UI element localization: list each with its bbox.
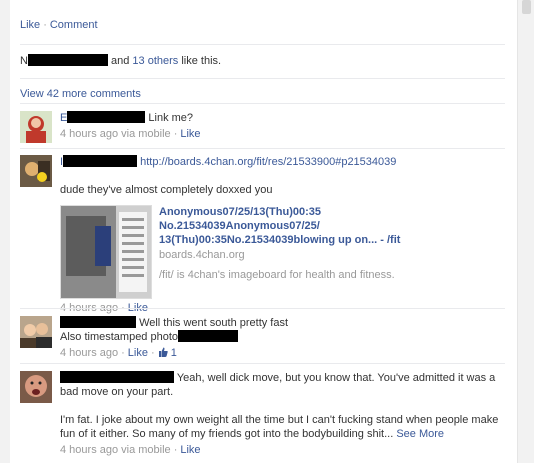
comment-text-2: Also timestamped photo (60, 331, 179, 343)
attachment-domain: boards.4chan.org (159, 249, 245, 261)
comment-text: dude they've almost completely doxxed yo… (60, 184, 273, 196)
comment-timestamp[interactable]: 4 hours ago via mobile (60, 128, 171, 140)
divider (20, 103, 505, 104)
separator: · (121, 347, 125, 359)
scrollbar-thumb[interactable] (522, 0, 531, 14)
comment-meta: 4 hours ago via mobile · Like (60, 443, 505, 457)
like-count[interactable]: 1 (158, 347, 177, 359)
avatar[interactable] (20, 111, 52, 143)
likes-tail-text: like this. (178, 55, 222, 67)
comment-text: Link me? (148, 112, 194, 124)
redacted-name (60, 316, 136, 328)
comment-meta: 4 hours ago via mobile · Like (60, 127, 505, 141)
avatar-image (20, 155, 52, 187)
attachment-title[interactable]: Anonymous07/25/13(Thu)00:35 No.21534039A… (159, 205, 439, 247)
attachment-description: /fit/ is 4chan's imageboard for health a… (159, 269, 395, 281)
divider (20, 78, 505, 79)
comment-like-link[interactable]: Like (180, 444, 200, 456)
separator: · (150, 347, 155, 359)
comment-meta: 4 hours ago · Like · 1 (60, 346, 505, 360)
comment-like-link[interactable]: Like (180, 128, 200, 140)
redacted-name (60, 371, 174, 383)
author-name-initial[interactable]: E (60, 112, 67, 124)
attachment-image (61, 206, 151, 298)
like-count-value: 1 (170, 347, 177, 359)
avatar[interactable] (20, 316, 52, 348)
avatar-image (20, 316, 52, 348)
redacted-name (67, 111, 146, 123)
divider (20, 308, 505, 309)
comment-timestamp[interactable]: 4 hours ago (60, 347, 118, 359)
likes-and-text: and (107, 55, 133, 67)
comments-panel: Like · Comment N and 13 others like this. … (10, 0, 518, 463)
comment-like-link[interactable]: Like (128, 347, 148, 359)
scrollbar[interactable] (517, 0, 534, 463)
like-post-link[interactable]: Like (20, 19, 40, 31)
attachment-thumbnail[interactable] (60, 205, 152, 299)
others-like-link[interactable]: 13 others (132, 55, 178, 67)
comment-text-line: I http://boards.4chan.org/fit/res/215339… (60, 155, 505, 169)
separator: · (173, 128, 178, 140)
likes-summary: N and 13 others like this. (20, 54, 221, 67)
divider (20, 44, 505, 45)
redacted-text (178, 330, 239, 342)
thumbs-up-icon (158, 347, 168, 357)
divider (20, 363, 505, 364)
redacted-name (27, 54, 108, 66)
divider (20, 148, 505, 149)
comment-link[interactable]: Comment (50, 19, 98, 31)
comment-text-line-2: I'm fat. I joke about my own weight all … (60, 413, 505, 441)
comment-text-line: E Link me? (60, 111, 505, 125)
comment-text-line: Well this went south pretty fast (60, 316, 505, 330)
redacted-liker-initial: N (20, 55, 28, 67)
avatar-image (20, 111, 52, 143)
see-more-link[interactable]: See More (396, 428, 444, 440)
comment-text: Well this went south pretty fast (139, 317, 289, 329)
comment-timestamp[interactable]: 4 hours ago via mobile (60, 444, 171, 456)
comment-text-line-2: Also timestamped photo (60, 330, 505, 344)
post-actions: Like · Comment (20, 19, 98, 31)
avatar[interactable] (20, 371, 52, 403)
avatar-image (20, 371, 52, 403)
comment-url-link[interactable]: http://boards.4chan.org/fit/res/21533900… (140, 156, 396, 168)
link-attachment[interactable]: Anonymous07/25/13(Thu)00:35 No.21534039A… (60, 205, 505, 301)
view-more-comments-link[interactable]: View 42 more comments (20, 88, 141, 100)
comment-text-line: Yeah, well dick move, but you know that.… (60, 371, 505, 399)
separator: · (43, 19, 47, 31)
attachment-text: Anonymous07/25/13(Thu)00:35 No.21534039A… (159, 205, 439, 282)
separator: · (173, 444, 178, 456)
redacted-name (63, 155, 138, 167)
avatar[interactable] (20, 155, 52, 187)
